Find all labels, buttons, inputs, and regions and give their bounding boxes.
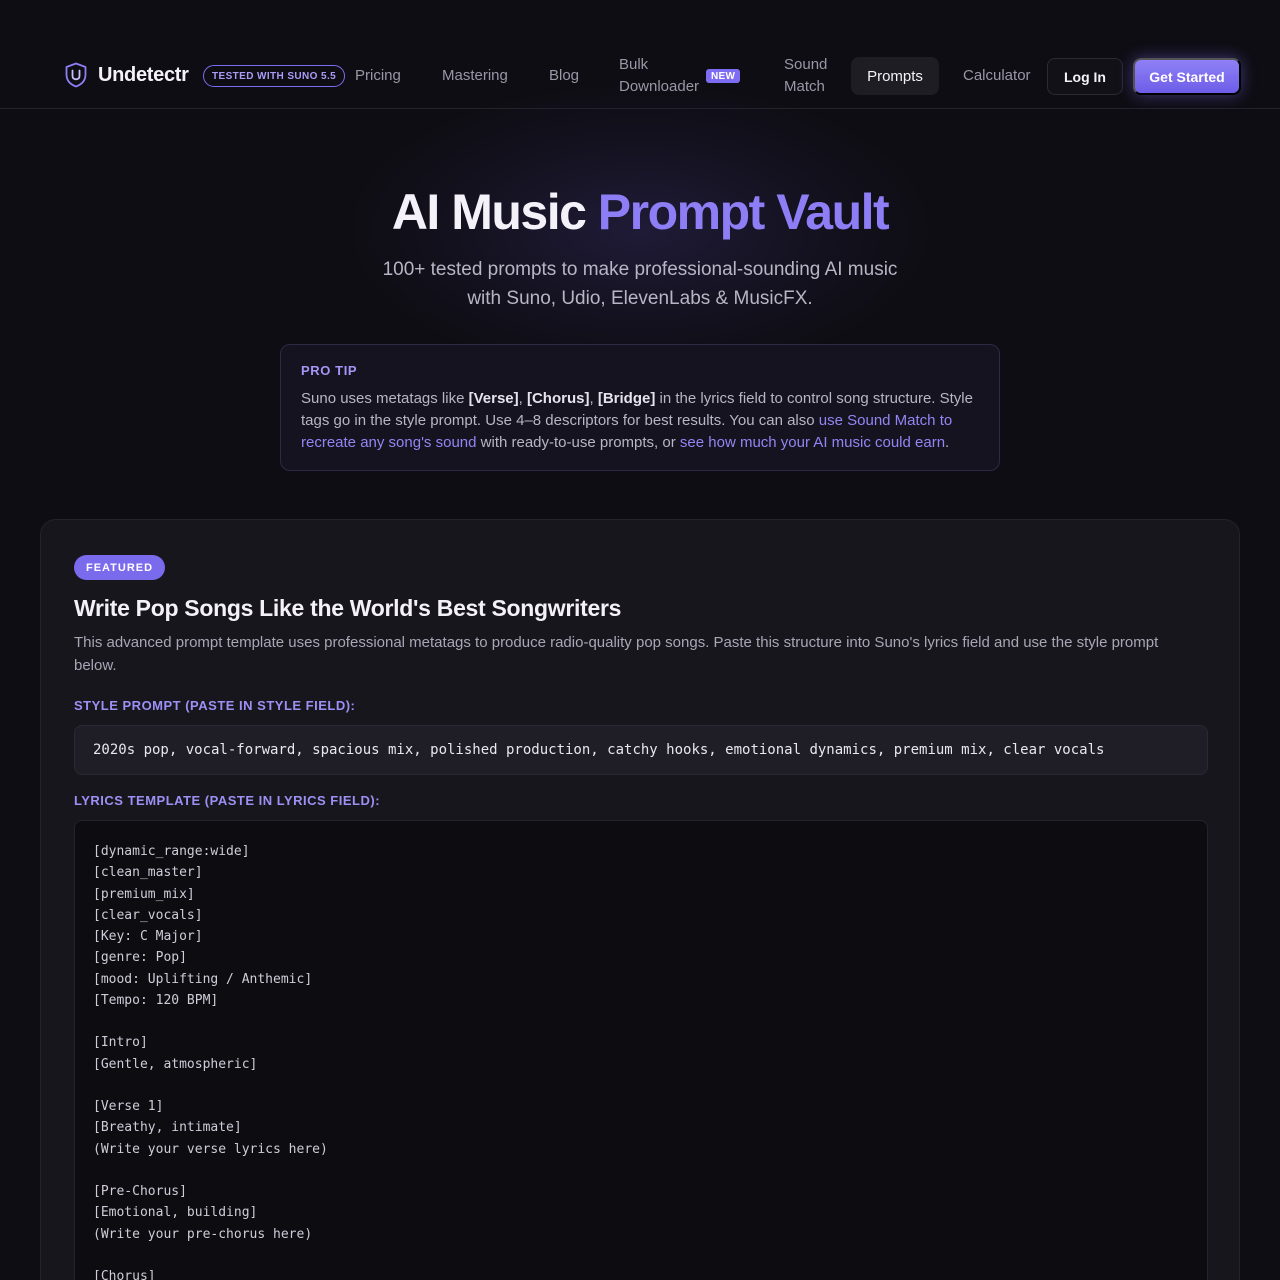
pro-tip-text: Suno uses metatags like [Verse], [Chorus…: [301, 388, 979, 454]
lyrics-line: [premium_mix]: [93, 886, 195, 902]
page-subtitle-line2: with Suno, Udio, ElevenLabs & MusicFX.: [467, 288, 813, 309]
lyrics-line: [Chorus]: [93, 1269, 156, 1280]
new-badge: NEW: [706, 69, 741, 83]
pro-tip-text-part: .: [945, 434, 950, 451]
page-subtitle-line1: 100+ tested prompts to make professional…: [382, 259, 898, 280]
nav-link-sound-line1: Sound: [784, 56, 828, 73]
lyrics-line: [genre: Pop]: [93, 950, 187, 966]
nav-link-blog[interactable]: Blog: [549, 65, 579, 87]
lyrics-line: [clear_vocals]: [93, 907, 203, 923]
lyrics-line: (Write your pre-chorus here): [93, 1226, 313, 1242]
lyrics-template-code[interactable]: [dynamic_range:wide] [clean_master] [premi…: [74, 820, 1208, 1280]
lyrics-line: [93, 1160, 1189, 1181]
lyrics-line: [Verse 1]: [93, 1099, 164, 1114]
page-title: AI Music Prompt Vault: [0, 183, 1280, 241]
nav-link-bulk-line2: Downloader: [619, 78, 700, 95]
top-navigation: Undetectr TESTED WITH SUNO 5.5 Pricing M…: [0, 0, 1280, 109]
pro-tip-sep: ,: [518, 390, 527, 407]
pro-tip-box: PRO TIP Suno uses metatags like [Verse],…: [280, 344, 1000, 471]
earnings-calculator-link[interactable]: see how much your AI music could earn: [680, 434, 945, 451]
tag-chorus: [Chorus]: [526, 390, 590, 407]
page-title-accent: Prompt Vault: [597, 184, 890, 240]
nav-link-pricing[interactable]: Pricing: [355, 65, 401, 87]
style-prompt-code[interactable]: 2020s pop, vocal-forward, spacious mix, …: [74, 725, 1208, 775]
lyrics-line: [dynamic_range:wide]: [93, 844, 250, 859]
pro-tip-label: PRO TIP: [301, 363, 358, 378]
brand-name: Undetectr: [98, 63, 189, 86]
nav-link-sound-line2: Match: [784, 78, 825, 95]
get-started-button[interactable]: Get Started: [1133, 58, 1241, 95]
pro-tip-text-part: Suno uses metatags like: [301, 390, 469, 407]
lyrics-line: [Intro]: [93, 1035, 148, 1051]
pro-tip-sep: ,: [589, 390, 598, 407]
nav-link-bulk-downloader[interactable]: Bulk Downloader: [619, 54, 699, 98]
lyrics-line: [Pre-Chorus]: [93, 1184, 187, 1199]
lyrics-line: [Breathy, intimate]: [93, 1120, 242, 1136]
page-subtitle: 100+ tested prompts to make professional…: [340, 255, 940, 313]
pro-tip-text-part: with ready-to-use prompts, or: [476, 434, 680, 451]
lyrics-line: [mood: Uplifting / Anthemic]: [93, 971, 313, 987]
lyrics-template-label: LYRICS TEMPLATE (PASTE IN LYRICS FIELD):: [74, 793, 381, 808]
lyrics-line: [93, 1075, 1189, 1096]
tag-verse: [Verse]: [468, 390, 519, 407]
featured-prompt-card: FEATURED Write Pop Songs Like the World'…: [40, 519, 1240, 1280]
tag-bridge: [Bridge]: [597, 390, 656, 407]
lyrics-line: [Tempo: 120 BPM]: [93, 992, 219, 1008]
featured-title: Write Pop Songs Like the World's Best So…: [74, 595, 622, 621]
nav-link-sound-match[interactable]: Sound Match: [784, 54, 827, 98]
lyrics-line: [93, 1011, 1189, 1032]
featured-description: This advanced prompt template uses profe…: [74, 634, 1159, 674]
page-title-main: AI Music: [391, 184, 598, 240]
featured-badge: FEATURED: [74, 555, 166, 580]
shield-u-icon: [64, 62, 88, 88]
lyrics-line: (Write your verse lyrics here): [93, 1141, 328, 1157]
lyrics-line: [Emotional, building]: [93, 1205, 258, 1221]
style-prompt-label: STYLE PROMPT (PASTE IN STYLE FIELD):: [74, 698, 356, 713]
lyrics-line: [clean_master]: [93, 865, 203, 881]
nav-link-prompts[interactable]: Prompts: [851, 57, 939, 95]
login-button[interactable]: Log In: [1047, 58, 1123, 95]
lyrics-line: [93, 1245, 1189, 1266]
lyrics-line: [Key: C Major]: [93, 929, 203, 944]
nav-link-mastering[interactable]: Mastering: [442, 65, 508, 87]
nav-link-bulk-line1: Bulk: [619, 56, 649, 73]
brand-logo[interactable]: Undetectr: [64, 62, 189, 88]
nav-link-calculator[interactable]: Calculator: [963, 65, 1031, 87]
lyrics-line: [Gentle, atmospheric]: [93, 1056, 258, 1072]
suno-version-badge: TESTED WITH SUNO 5.5: [203, 65, 346, 87]
